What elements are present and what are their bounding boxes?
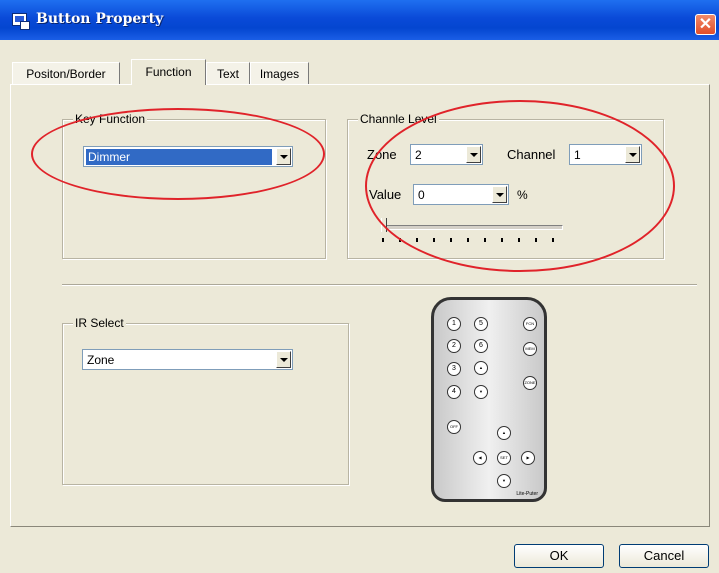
cancel-button[interactable]: Cancel	[619, 544, 709, 568]
chevron-down-icon[interactable]	[276, 351, 291, 368]
remote-button-set: SET	[497, 451, 511, 465]
ir-select-group: IR Select	[62, 315, 349, 485]
remote-control-image: 1 5 FCN 2 6 MEM 3 ▲ 4 ▼ ZONE OFF ▲ ◀ SET…	[431, 297, 547, 502]
remote-brand-logo: Lite-Puter	[516, 491, 538, 497]
tab-text[interactable]: Text	[206, 62, 250, 84]
remote-button-mem: MEM	[523, 342, 537, 356]
remote-button-2: 2	[447, 339, 461, 353]
button-property-dialog: Button Property ✕ Positon/Border Functio…	[0, 0, 719, 573]
title-bar[interactable]: Button Property ✕	[0, 0, 719, 40]
ir-select-dropdown[interactable]: Zone	[82, 349, 293, 370]
slider-tick	[382, 238, 384, 242]
remote-button-up: ▲	[474, 361, 488, 375]
window-title: Button Property	[36, 11, 164, 27]
ir-select-value: Zone	[87, 353, 115, 367]
tab-function[interactable]: Function	[131, 59, 206, 85]
close-button[interactable]: ✕	[695, 14, 716, 35]
ok-button[interactable]: OK	[514, 544, 604, 568]
remote-button-nav-right: ▶	[521, 451, 535, 465]
tab-position-border[interactable]: Positon/Border	[12, 62, 120, 84]
remote-button-off: OFF	[447, 420, 461, 434]
section-divider	[62, 284, 697, 286]
ir-select-label: IR Select	[73, 315, 126, 331]
remote-button-zone: ZONE	[523, 376, 537, 390]
remote-button-nav-down: ▼	[497, 474, 511, 488]
close-icon: ✕	[698, 16, 713, 33]
remote-button-nav-left: ◀	[473, 451, 487, 465]
tab-images[interactable]: Images	[250, 62, 309, 84]
remote-button-nav-up: ▲	[497, 426, 511, 440]
window-icon	[12, 13, 30, 30]
remote-button-down: ▼	[474, 385, 488, 399]
remote-button-1: 1	[447, 317, 461, 331]
remote-button-4: 4	[447, 385, 461, 399]
annotation-ellipse-key-function	[31, 108, 325, 200]
remote-button-fcn: FCN	[523, 317, 537, 331]
remote-button-6: 6	[474, 339, 488, 353]
annotation-ellipse-channel-level	[365, 100, 675, 272]
remote-button-5: 5	[474, 317, 488, 331]
remote-button-3: 3	[447, 362, 461, 376]
